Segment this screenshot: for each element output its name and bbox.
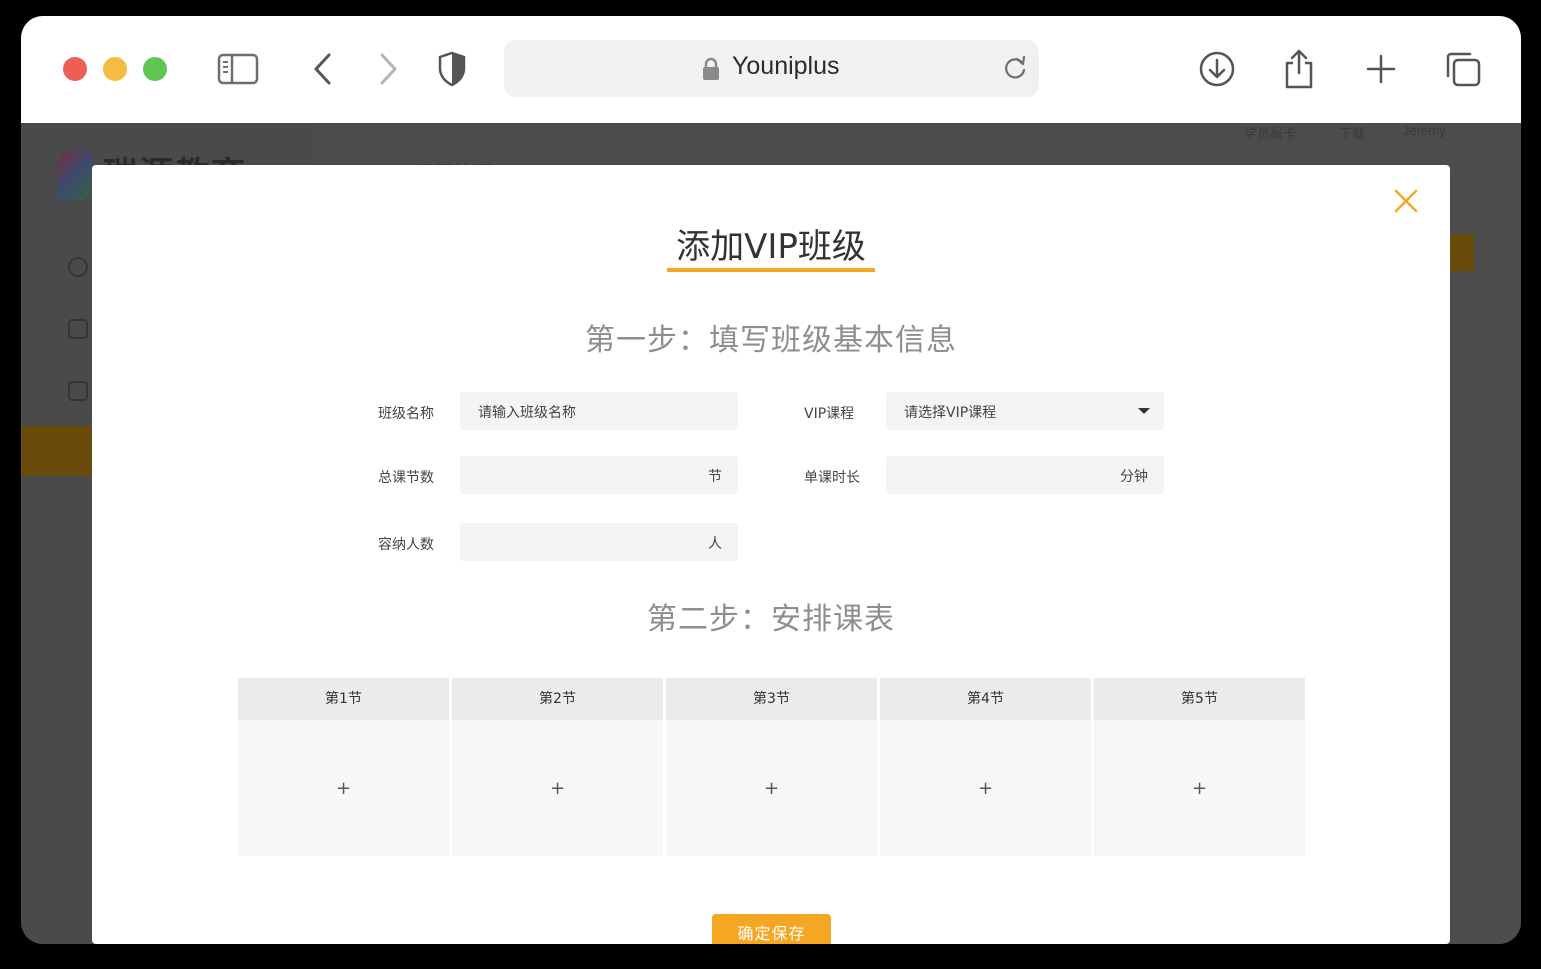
class-name-label: 班级名称 [378, 406, 434, 422]
total-lessons-unit: 节 [708, 469, 722, 485]
lesson-duration-unit: 分钟 [1120, 469, 1148, 485]
privacy-shield-icon[interactable] [430, 48, 474, 90]
schedule-column: 第3节 + [666, 678, 877, 856]
close-icon[interactable] [1392, 187, 1420, 215]
add-lesson-button[interactable]: + [880, 720, 1091, 856]
schedule-column: 第2节 + [452, 678, 663, 856]
schedule-column-header: 第3节 [666, 678, 877, 720]
tab-overview-icon[interactable] [1441, 48, 1485, 90]
schedule-column-header: 第2节 [452, 678, 663, 720]
schedule-column: 第4节 + [880, 678, 1091, 856]
sidebar-toggle-icon[interactable] [216, 48, 260, 90]
new-tab-icon[interactable] [1359, 48, 1403, 90]
address-bar[interactable]: Youniplus [504, 40, 1039, 97]
add-lesson-button[interactable]: + [1094, 720, 1305, 856]
calendar-icon [68, 381, 88, 401]
sidebar-active-item [21, 426, 93, 476]
capacity-input[interactable]: 人 [460, 523, 738, 561]
reload-icon[interactable] [1002, 55, 1028, 85]
vip-course-placeholder: 请选择VIP课程 [904, 405, 997, 421]
vip-course-label: VIP课程 [804, 406, 855, 422]
title-underline [667, 268, 875, 272]
forward-icon[interactable] [366, 48, 410, 90]
chevron-down-icon [1138, 408, 1150, 414]
total-lessons-input[interactable]: 节 [460, 456, 738, 494]
top-link-download: 下载 [1339, 126, 1366, 141]
add-lesson-button[interactable]: + [238, 720, 449, 856]
top-link-user: Jeremy [1403, 123, 1446, 138]
schedule-column-header: 第5节 [1094, 678, 1305, 720]
address-text: Youniplus [732, 52, 840, 80]
add-lesson-button[interactable]: + [666, 720, 877, 856]
share-icon[interactable] [1277, 48, 1321, 90]
download-icon[interactable] [1195, 48, 1239, 90]
zoom-window-button[interactable] [143, 57, 167, 81]
step2-title: 第二步：安排课表 [647, 602, 895, 637]
close-window-button[interactable] [63, 57, 87, 81]
minimize-window-button[interactable] [103, 57, 127, 81]
brand-logo-icon [57, 151, 93, 201]
class-name-input[interactable]: 请输入班级名称 [460, 392, 738, 430]
add-vip-class-modal: 添加VIP班级 第一步：填写班级基本信息 班级名称 请输入班级名称 VIP课程 … [92, 165, 1450, 944]
lesson-duration-input[interactable]: 分钟 [886, 456, 1164, 494]
add-lesson-button[interactable]: + [452, 720, 663, 856]
schedule-column-header: 第4节 [880, 678, 1091, 720]
user-icon [68, 257, 88, 277]
class-name-placeholder: 请输入班级名称 [478, 405, 576, 421]
schedule-column: 第5节 + [1094, 678, 1305, 856]
document-icon [68, 319, 88, 339]
browser-toolbar: Youniplus [21, 16, 1521, 123]
schedule-table: 第1节 + 第2节 + 第3节 + 第4节 + 第5节 + [238, 678, 1306, 856]
capacity-label: 容纳人数 [378, 537, 434, 553]
capacity-unit: 人 [708, 536, 722, 552]
back-icon[interactable] [301, 48, 345, 90]
schedule-column-header: 第1节 [238, 678, 449, 720]
modal-title: 添加VIP班级 [676, 227, 866, 267]
browser-window: Youniplus 瑞源教育 学员报卡 下载 Jeremy [21, 16, 1521, 944]
step1-title: 第一步：填写班级基本信息 [585, 323, 957, 358]
lock-icon [702, 57, 720, 85]
top-link-report: 学员报卡 [1244, 126, 1297, 141]
vip-course-select[interactable]: 请选择VIP课程 [886, 392, 1164, 430]
save-button[interactable]: 确定保存 [712, 914, 831, 944]
lesson-duration-label: 单课时长 [804, 470, 860, 486]
schedule-column: 第1节 + [238, 678, 449, 856]
total-lessons-label: 总课节数 [378, 470, 434, 486]
